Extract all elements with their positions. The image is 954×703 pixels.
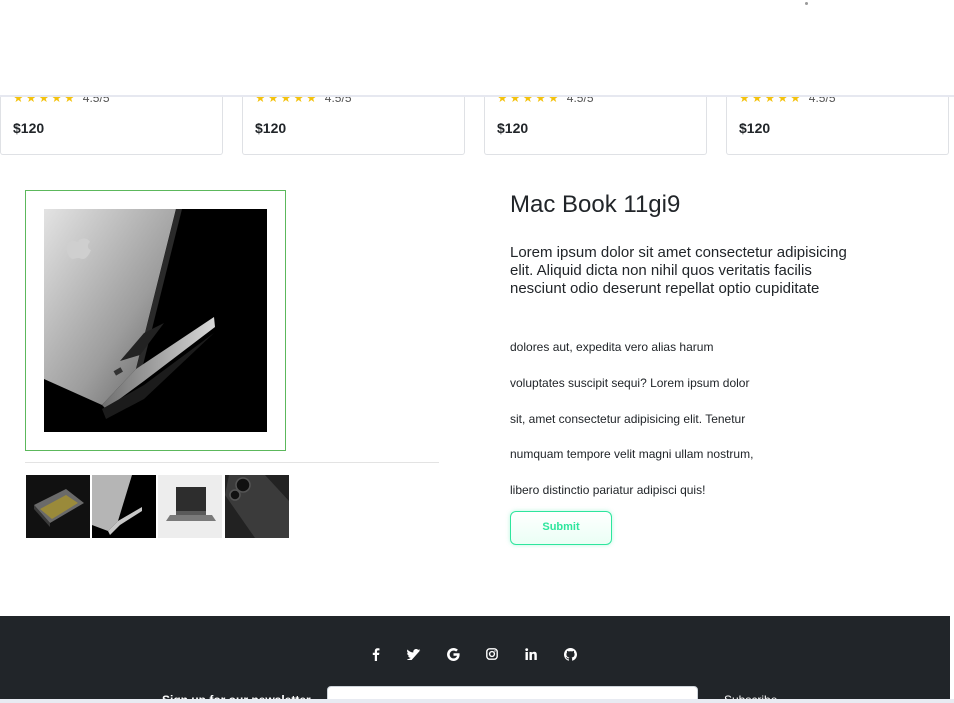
- footer: Sign up for our newsletter Subscribe: [0, 616, 950, 703]
- thumbnail-4[interactable]: [225, 475, 289, 538]
- page-bottom-edge: [0, 699, 954, 703]
- thumbnail-image: [158, 475, 222, 538]
- description-line: dolores aut, expedita vero alias harum: [510, 340, 714, 354]
- top-header: [0, 0, 954, 97]
- main-product-image[interactable]: [44, 209, 267, 432]
- gallery-divider: [25, 462, 439, 463]
- description-line: numquam tempore velit magni ullam nostru…: [510, 447, 754, 461]
- product-title: Mac Book 11gi9: [510, 191, 681, 218]
- facebook-icon[interactable]: [365, 643, 387, 665]
- thumbnail-image: [26, 475, 90, 538]
- google-icon[interactable]: [442, 643, 464, 665]
- product-price: $120: [255, 120, 287, 136]
- submit-button[interactable]: Submit: [510, 511, 612, 545]
- product-price: $120: [739, 120, 771, 136]
- instagram-icon[interactable]: [481, 643, 503, 665]
- description-line: voluptates suscipit sequi? Lorem ipsum d…: [510, 376, 750, 390]
- main-image-frame: [25, 190, 286, 451]
- linkedin-icon[interactable]: [520, 643, 542, 665]
- twitter-icon[interactable]: [403, 643, 425, 665]
- thumbnail-2[interactable]: [92, 475, 156, 538]
- product-price: $120: [497, 120, 529, 136]
- description-line: libero distinctio pariatur adipisci quis…: [510, 483, 706, 497]
- thumbnail-image: [225, 475, 289, 538]
- loading-dot: [805, 2, 808, 5]
- thumbnail-3[interactable]: [158, 475, 222, 538]
- thumbnail-image: [92, 475, 156, 538]
- laptop-illustration: [44, 209, 267, 432]
- thumbnail-1[interactable]: [26, 475, 90, 538]
- product-lead-text: Lorem ipsum dolor sit amet consectetur a…: [510, 244, 847, 297]
- description-line: sit, amet consectetur adipisicing elit. …: [510, 412, 746, 426]
- product-price: $120: [13, 120, 45, 136]
- github-icon[interactable]: [559, 643, 581, 665]
